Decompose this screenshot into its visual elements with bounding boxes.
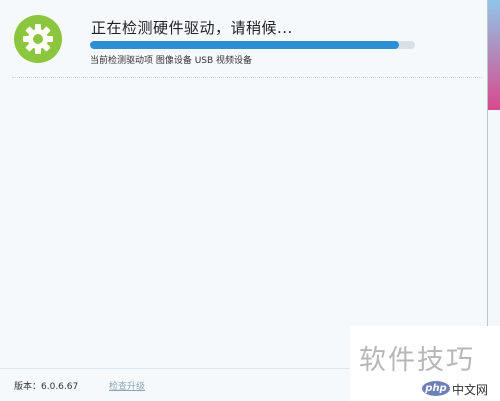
- watermark-text: 软件技巧: [359, 345, 475, 376]
- progress-fill: [90, 41, 399, 49]
- watermark-site-text: 中文网: [452, 383, 489, 397]
- divider: [12, 77, 482, 78]
- current-item-text: 当前检测驱动项 图像设备 USB 视频设备: [90, 56, 253, 66]
- background-window-edge: [488, 0, 500, 110]
- php-logo: php: [422, 381, 450, 396]
- status-title: 正在检测硬件驱动，请稍候...: [91, 19, 293, 37]
- gear-icon: [14, 15, 62, 63]
- progress-bar: [90, 41, 415, 49]
- version-label: 版本：6.0.6.67: [14, 382, 79, 392]
- check-update-link[interactable]: 检查升级: [109, 379, 145, 392]
